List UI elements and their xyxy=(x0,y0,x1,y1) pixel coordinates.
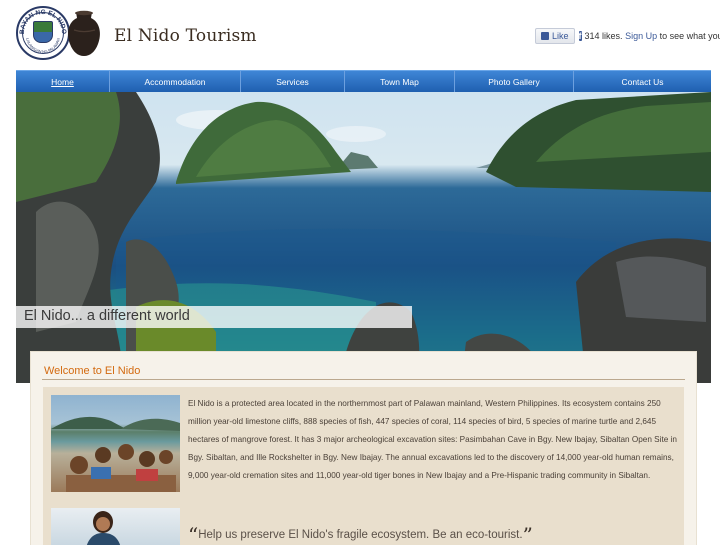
likes-count: 314 likes. xyxy=(584,31,623,41)
quote-text: Help us preserve El Nido's fragile ecosy… xyxy=(198,529,523,541)
facebook-like-button[interactable]: Like xyxy=(535,28,575,44)
clay-jar-logo xyxy=(68,10,100,56)
heading-divider xyxy=(42,379,685,380)
open-quote-mark: “ xyxy=(188,523,199,545)
close-quote-mark: ” xyxy=(522,523,533,545)
nav-town-map[interactable]: Town Map xyxy=(345,71,455,93)
intro-panel: El Nido is a protected area located in t… xyxy=(43,387,684,545)
children-beach-photo xyxy=(51,395,180,492)
nav-accommodation[interactable]: Accommodation xyxy=(110,71,241,93)
nav-home[interactable]: Home xyxy=(16,71,110,93)
site-header: BAYAN NG EL NIDO LALAWIGAN NG PALAWAN El… xyxy=(0,0,727,70)
signup-link[interactable]: Sign Up xyxy=(625,31,657,41)
svg-text:BAYAN NG EL NIDO: BAYAN NG EL NIDO xyxy=(19,9,67,34)
lagoon-landscape-image xyxy=(16,92,711,383)
site-title[interactable]: El Nido Tourism xyxy=(114,26,257,46)
svg-text:LALAWIGAN NG PALAWAN: LALAWIGAN NG PALAWAN xyxy=(25,38,61,55)
municipal-seal-logo[interactable]: BAYAN NG EL NIDO LALAWIGAN NG PALAWAN xyxy=(16,6,70,60)
nav-services[interactable]: Services xyxy=(241,71,345,93)
thumbs-up-icon xyxy=(541,32,549,40)
el-nido-description: El Nido is a protected area located in t… xyxy=(188,399,677,480)
hero-banner: El Nido... a different world xyxy=(16,92,711,383)
like-label: Like xyxy=(552,31,569,41)
welcome-section: Welcome to El Nido El Nido is a protecte… xyxy=(30,351,697,545)
nav-contact-us[interactable]: Contact Us xyxy=(574,71,711,93)
facebook-like-widget: Like f 314 likes. Sign Up to see what yo… xyxy=(535,28,720,44)
hero-tagline: El Nido... a different world xyxy=(24,308,190,324)
tagline-bar: El Nido... a different world xyxy=(16,306,412,328)
eco-tourist-quote: “Help us preserve El Nido's fragile ecos… xyxy=(188,523,533,545)
signup-rest-text: to see what your fr xyxy=(659,31,720,41)
eco-tourist-photo xyxy=(51,508,180,545)
nav-photo-gallery[interactable]: Photo Gallery xyxy=(455,71,574,93)
facebook-icon: f xyxy=(578,31,582,41)
welcome-heading: Welcome to El Nido xyxy=(44,365,141,377)
main-nav: Home Accommodation Services Town Map Pho… xyxy=(16,70,711,93)
